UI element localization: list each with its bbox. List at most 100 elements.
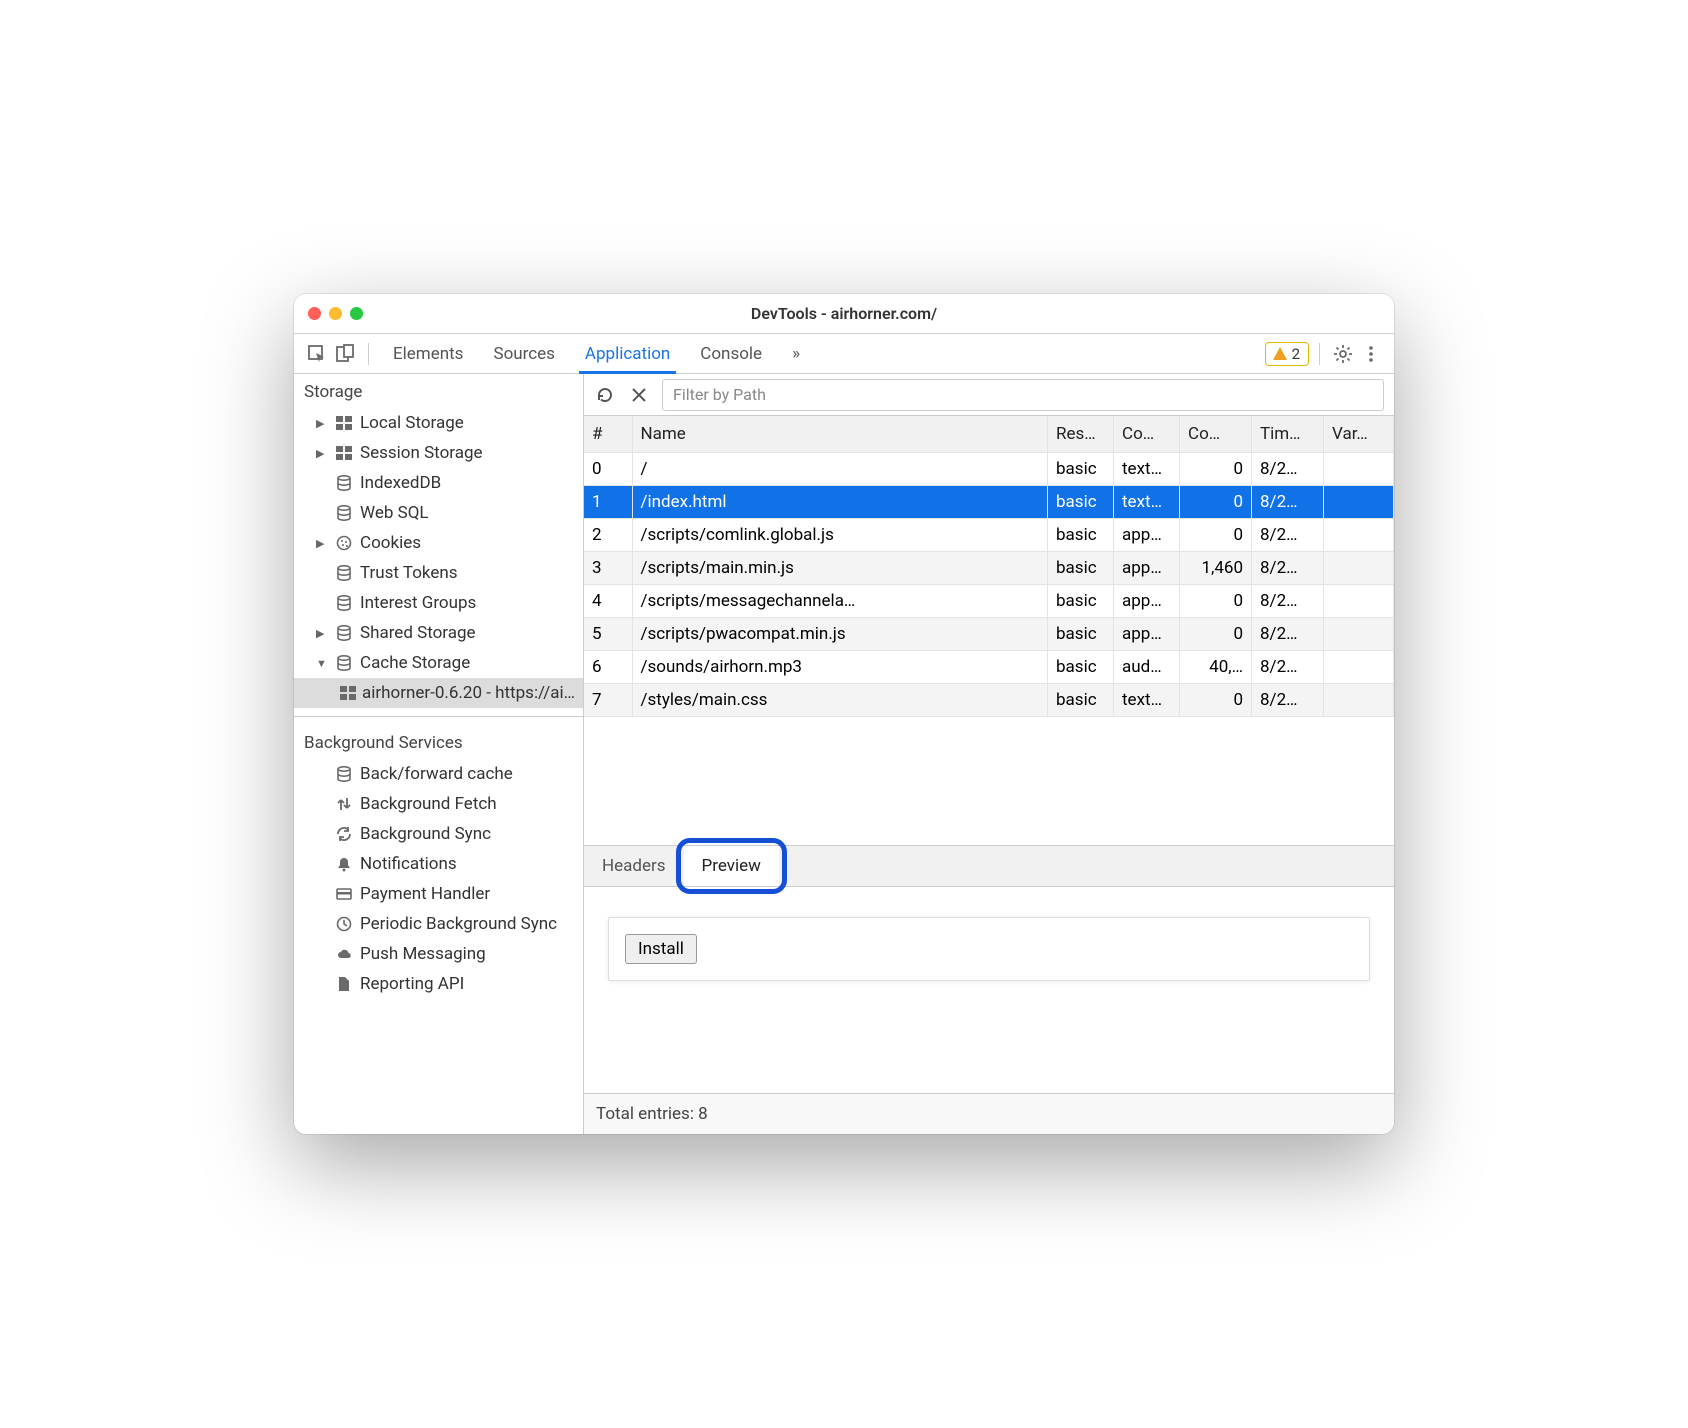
db-icon: [334, 654, 354, 672]
grid-icon: [334, 414, 354, 432]
sidebar-item-label: Notifications: [360, 854, 457, 874]
table-row[interactable]: 1/index.htmlbasictext…08/2…: [584, 485, 1394, 518]
column-header[interactable]: Var…: [1324, 416, 1394, 452]
db-icon: [334, 474, 354, 492]
cell: app…: [1114, 584, 1180, 617]
cell: 0: [1180, 518, 1252, 551]
cell: /scripts/main.min.js: [632, 551, 1048, 584]
cell: 0: [584, 452, 632, 485]
cell: [1324, 683, 1394, 716]
detail-tab-preview[interactable]: Preview: [684, 846, 779, 886]
table-row[interactable]: 5/scripts/pwacompat.min.jsbasicapp…08/2…: [584, 617, 1394, 650]
column-header[interactable]: Co…: [1180, 416, 1252, 452]
column-header[interactable]: Co…: [1114, 416, 1180, 452]
sidebar-item[interactable]: Reporting API: [294, 969, 583, 999]
cell: [1324, 485, 1394, 518]
cell: app…: [1114, 551, 1180, 584]
warnings-count: 2: [1292, 345, 1300, 363]
sidebar-item[interactable]: ▶ Cookies: [294, 528, 583, 558]
sidebar-item[interactable]: Web SQL: [294, 498, 583, 528]
cell: 4: [584, 584, 632, 617]
sidebar-item-label: Trust Tokens: [360, 563, 458, 583]
sidebar-item[interactable]: ▶Local Storage: [294, 408, 583, 438]
sidebar-item[interactable]: Periodic Background Sync: [294, 909, 583, 939]
cell: 0: [1180, 683, 1252, 716]
cell: /scripts/comlink.global.js: [632, 518, 1048, 551]
cell: text…: [1114, 683, 1180, 716]
sidebar-item[interactable]: IndexedDB: [294, 468, 583, 498]
table-row[interactable]: 0/basictext…08/2…: [584, 452, 1394, 485]
table-row[interactable]: 2/scripts/comlink.global.jsbasicapp…08/2…: [584, 518, 1394, 551]
divider: [1319, 343, 1320, 365]
tab-application[interactable]: Application: [571, 334, 684, 374]
sidebar-item-label: Local Storage: [360, 413, 464, 433]
chevron-icon: ▶: [316, 537, 328, 550]
sidebar-item[interactable]: Background Sync: [294, 819, 583, 849]
sidebar-item-label: Web SQL: [360, 503, 429, 523]
table-row[interactable]: 4/scripts/messagechannela…basicapp…08/2…: [584, 584, 1394, 617]
tab-more[interactable]: »: [778, 334, 814, 374]
sidebar-item[interactable]: Payment Handler: [294, 879, 583, 909]
table-row[interactable]: 7/styles/main.cssbasictext…08/2…: [584, 683, 1394, 716]
sidebar-item-label: Cache Storage: [360, 653, 470, 673]
cell: 8/2…: [1252, 452, 1324, 485]
minimize-icon[interactable]: [329, 307, 342, 320]
filter-bar: [584, 374, 1394, 416]
warnings-badge[interactable]: 2: [1265, 342, 1309, 366]
titlebar: DevTools - airhorner.com/: [294, 294, 1394, 334]
install-button[interactable]: Install: [625, 934, 697, 964]
cloud-icon: [334, 945, 354, 963]
main-panel: #NameRes…Co…Co…Tim…Var… 0/basictext…08/2…: [584, 374, 1394, 1134]
sidebar-item-label: Back/forward cache: [360, 764, 513, 784]
sidebar-item-label: IndexedDB: [360, 473, 441, 493]
sidebar-item[interactable]: ▼ Cache Storage: [294, 648, 583, 678]
sidebar-item[interactable]: Background Fetch: [294, 789, 583, 819]
chevron-icon: ▶: [316, 627, 328, 640]
sidebar-item[interactable]: ▶Shared Storage: [294, 618, 583, 648]
card-icon: [334, 885, 354, 903]
zoom-icon[interactable]: [350, 307, 363, 320]
sidebar-item[interactable]: ▶Session Storage: [294, 438, 583, 468]
sidebar-item-label: Periodic Background Sync: [360, 914, 557, 934]
cell: /scripts/pwacompat.min.js: [632, 617, 1048, 650]
chevron-icon: ▶: [316, 447, 328, 460]
db-icon: [334, 564, 354, 582]
tab-console[interactable]: Console: [686, 334, 776, 374]
close-icon[interactable]: [628, 384, 650, 406]
table-row[interactable]: 6/sounds/airhorn.mp3basicaud…40,…8/2…: [584, 650, 1394, 683]
cell: 40,…: [1180, 650, 1252, 683]
column-header[interactable]: Name: [632, 416, 1048, 452]
column-header[interactable]: Res…: [1048, 416, 1114, 452]
gear-icon[interactable]: [1330, 341, 1356, 367]
cell: 7: [584, 683, 632, 716]
filter-input[interactable]: [662, 379, 1384, 411]
sidebar-item-cache-entry[interactable]: airhorner-0.6.20 - https://airhorner.com: [294, 678, 583, 708]
sidebar-item[interactable]: Trust Tokens: [294, 558, 583, 588]
kebab-icon[interactable]: [1358, 341, 1384, 367]
sidebar-item-label: Interest Groups: [360, 593, 476, 613]
refresh-icon[interactable]: [594, 384, 616, 406]
column-header[interactable]: #: [584, 416, 632, 452]
inspect-icon[interactable]: [304, 341, 330, 367]
cell: text…: [1114, 485, 1180, 518]
column-header[interactable]: Tim…: [1252, 416, 1324, 452]
sidebar-item[interactable]: Notifications: [294, 849, 583, 879]
tab-elements[interactable]: Elements: [379, 334, 477, 374]
close-icon[interactable]: [308, 307, 321, 320]
sidebar-item[interactable]: Back/forward cache: [294, 759, 583, 789]
cell: 1,460: [1180, 551, 1252, 584]
sidebar-item-label: Cookies: [360, 533, 421, 553]
cell: 8/2…: [1252, 617, 1324, 650]
table-row[interactable]: 3/scripts/main.min.jsbasicapp…1,4608/2…: [584, 551, 1394, 584]
warning-icon: [1272, 346, 1288, 362]
tab-sources[interactable]: Sources: [479, 334, 568, 374]
divider: [368, 343, 369, 365]
device-toggle-icon[interactable]: [332, 341, 358, 367]
cell: 8/2…: [1252, 584, 1324, 617]
chevron-icon: ▼: [316, 657, 328, 670]
cell: 6: [584, 650, 632, 683]
sidebar-item[interactable]: Push Messaging: [294, 939, 583, 969]
detail-tab-headers[interactable]: Headers: [584, 846, 684, 886]
cell: basic: [1048, 518, 1114, 551]
sidebar-item[interactable]: Interest Groups: [294, 588, 583, 618]
